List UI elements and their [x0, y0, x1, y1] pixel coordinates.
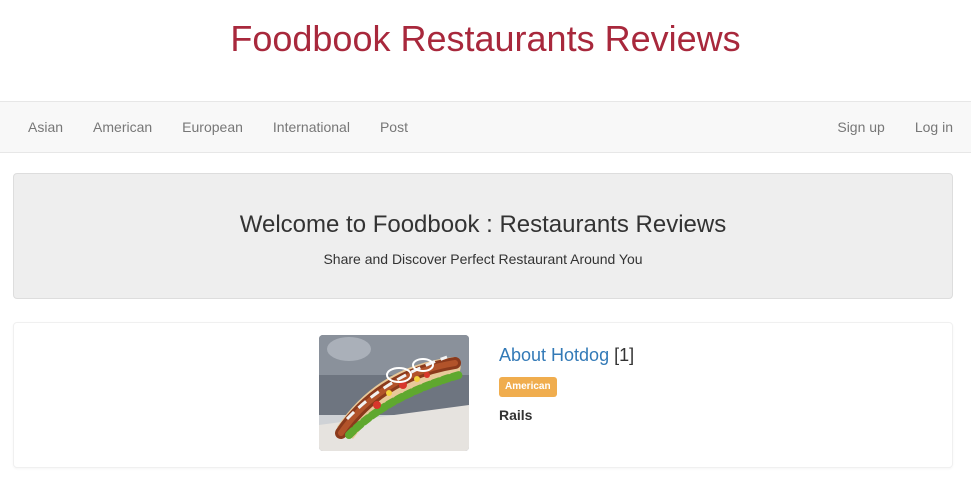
welcome-title: Welcome to Foodbook : Restaurants Review…: [239, 211, 727, 238]
nav-account: Sign up Log in: [822, 102, 968, 152]
hotdog-photo-icon: [319, 335, 469, 451]
log-in-link[interactable]: Log in: [900, 102, 968, 152]
post-title-link[interactable]: About Hotdog: [499, 345, 609, 365]
comment-count: [1]: [614, 345, 635, 365]
post-author: Rails: [499, 407, 533, 423]
post-title: About Hotdog [1]: [499, 345, 634, 366]
post-card: About Hotdog [1] American Rails: [13, 322, 953, 468]
site-title: Foodbook Restaurants Reviews: [230, 18, 741, 59]
welcome-subtitle: Share and Discover Perfect Restaurant Ar…: [323, 251, 643, 267]
nav-link-american[interactable]: American: [78, 102, 167, 152]
nav-link-post[interactable]: Post: [365, 102, 423, 152]
category-badge[interactable]: American: [499, 377, 557, 397]
nav-categories: Asian American European International Po…: [13, 102, 423, 152]
hotdog-image[interactable]: [319, 335, 469, 451]
sign-up-link[interactable]: Sign up: [822, 102, 899, 152]
navbar: Asian American European International Po…: [0, 101, 971, 153]
nav-link-asian[interactable]: Asian: [13, 102, 78, 152]
welcome-banner: Welcome to Foodbook : Restaurants Review…: [13, 173, 953, 299]
nav-link-international[interactable]: International: [258, 102, 365, 152]
nav-link-european[interactable]: European: [167, 102, 258, 152]
